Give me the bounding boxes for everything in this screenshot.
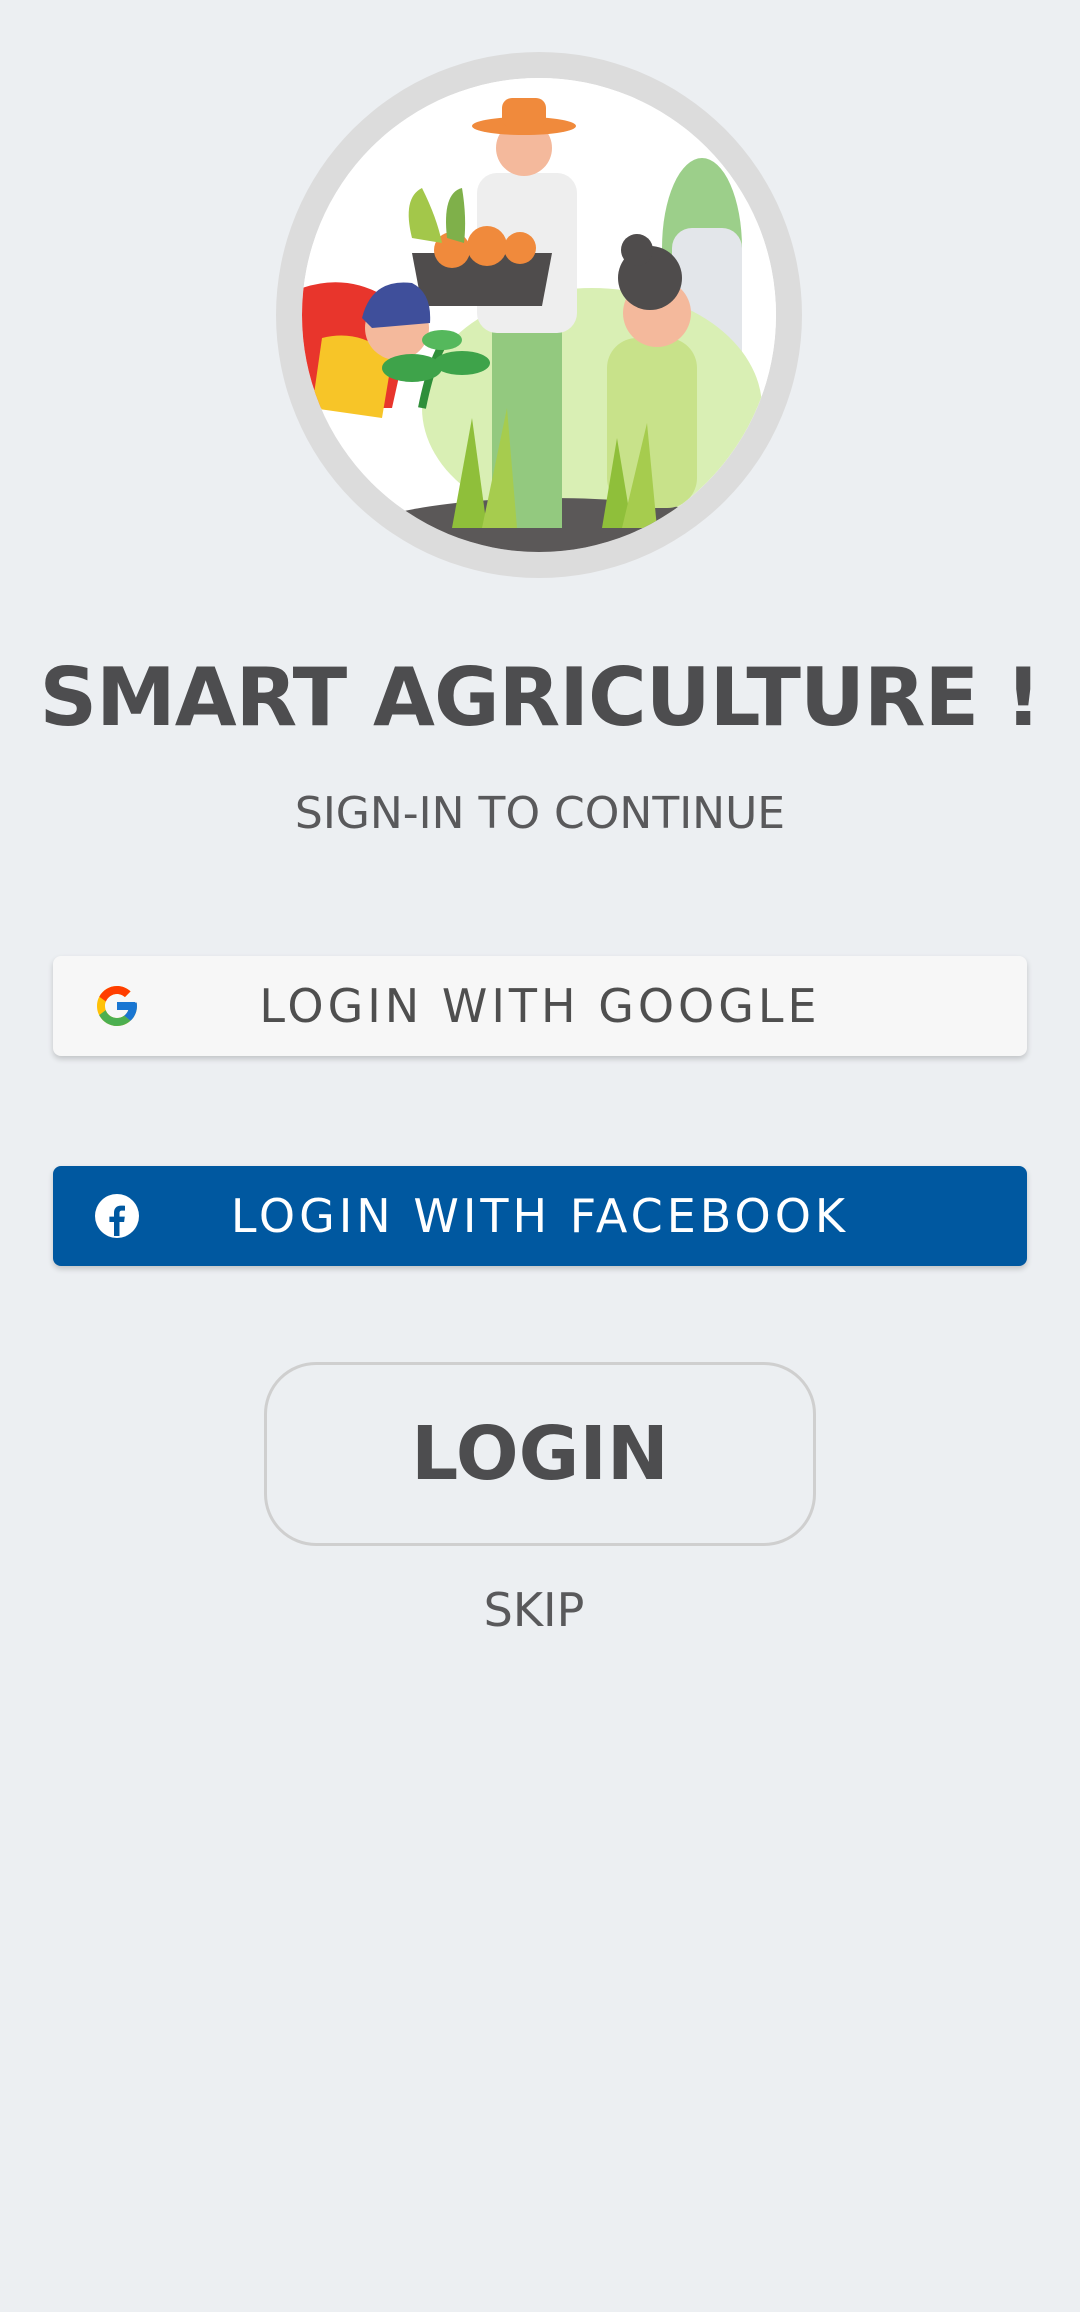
login-with-google-button[interactable]: LOGIN WITH GOOGLE bbox=[53, 956, 1027, 1056]
login-with-facebook-button[interactable]: LOGIN WITH FACEBOOK bbox=[53, 1166, 1027, 1266]
google-button-label: LOGIN WITH GOOGLE bbox=[259, 979, 821, 1033]
app-title: SMART AGRICULTURE ! bbox=[39, 651, 1041, 744]
farmers-illustration bbox=[302, 78, 776, 552]
signin-subtitle: SIGN-IN TO CONTINUE bbox=[294, 788, 786, 839]
login-button[interactable]: LOGIN bbox=[264, 1362, 816, 1546]
skip-link[interactable]: SKIP bbox=[0, 1580, 1068, 1640]
hero-illustration-frame bbox=[276, 52, 802, 578]
facebook-button-label: LOGIN WITH FACEBOOK bbox=[230, 1189, 850, 1243]
